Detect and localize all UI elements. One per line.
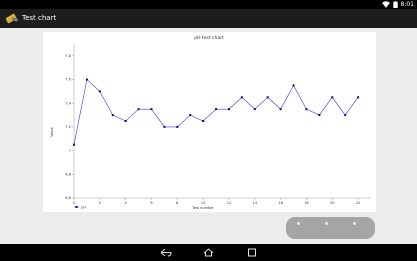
overlay-dot[interactable] bbox=[325, 222, 328, 225]
y-axis-label: Value bbox=[50, 127, 54, 137]
data-point bbox=[318, 114, 321, 117]
navigation-bar bbox=[0, 244, 417, 261]
status-bar: 8:01 bbox=[0, 0, 417, 9]
x-tick-label: 0 bbox=[73, 201, 75, 205]
data-point bbox=[305, 108, 308, 111]
data-point bbox=[357, 96, 360, 99]
chart: pH test chart Value Test number 0 2 4 6 8 10 1… bbox=[50, 35, 371, 210]
data-point bbox=[98, 90, 101, 93]
y-tick-label: 7.4 bbox=[65, 101, 71, 105]
battery-icon bbox=[392, 1, 398, 8]
x-tick-label: 18 bbox=[304, 201, 308, 205]
data-point bbox=[227, 108, 230, 111]
chart-container: pH test chart Value Test number 0 2 4 6 8 10 1… bbox=[43, 32, 376, 212]
data-point bbox=[73, 143, 75, 146]
y-tick-label: 6.6 bbox=[65, 196, 71, 200]
x-tick-label: 6 bbox=[150, 201, 152, 205]
data-point bbox=[111, 114, 114, 117]
data-point bbox=[124, 120, 127, 122]
overlay-dot[interactable] bbox=[297, 222, 300, 225]
y-tick-label: 7.6 bbox=[65, 78, 71, 82]
app-title: Test chart bbox=[22, 14, 57, 22]
data-point bbox=[266, 96, 269, 99]
y-tick-label: 6.8 bbox=[65, 173, 71, 177]
overlay-dot[interactable] bbox=[353, 222, 356, 225]
status-time: 8:01 bbox=[400, 1, 414, 8]
overlay-controls[interactable] bbox=[286, 217, 375, 239]
recents-icon[interactable] bbox=[247, 248, 257, 257]
data-point bbox=[202, 120, 205, 122]
x-axis-label: Test number bbox=[191, 206, 214, 210]
x-tick-label: 14 bbox=[253, 201, 258, 205]
data-point bbox=[331, 96, 334, 99]
x-tick-label: 10 bbox=[201, 201, 205, 205]
y-tick-label: 7.2 bbox=[65, 125, 71, 129]
data-point bbox=[189, 114, 192, 117]
data-point bbox=[292, 84, 295, 87]
x-tick-label: 8 bbox=[176, 201, 178, 205]
data-point bbox=[279, 108, 282, 111]
action-bar: Test chart bbox=[0, 9, 417, 28]
back-icon[interactable] bbox=[160, 248, 172, 257]
y-tick-label: 7.8 bbox=[65, 54, 71, 58]
series-line bbox=[73, 78, 359, 145]
app-icon[interactable] bbox=[6, 12, 18, 24]
data-point bbox=[253, 108, 256, 111]
data-point bbox=[163, 125, 166, 128]
data-point bbox=[137, 108, 140, 111]
x-tick-label: 20 bbox=[330, 201, 334, 205]
wifi-icon bbox=[381, 1, 390, 8]
legend-marker bbox=[75, 206, 78, 208]
data-point bbox=[85, 78, 88, 81]
data-point bbox=[344, 114, 347, 117]
data-point bbox=[150, 108, 153, 111]
main-content: pH test chart Value Test number 0 2 4 6 8 10 1… bbox=[0, 28, 417, 244]
y-tick-label: 7 bbox=[69, 149, 71, 153]
x-tick-label: 12 bbox=[227, 201, 231, 205]
x-tick-label: 4 bbox=[125, 201, 128, 205]
data-point bbox=[176, 125, 179, 128]
x-tick-label: 2 bbox=[99, 201, 101, 205]
data-point bbox=[240, 96, 243, 99]
x-tick-label: 16 bbox=[278, 201, 282, 205]
x-tick-label: 22 bbox=[356, 201, 360, 205]
data-point bbox=[215, 108, 218, 111]
legend-label: pH bbox=[81, 205, 86, 209]
home-icon[interactable] bbox=[203, 248, 214, 257]
chart-title: pH test chart bbox=[194, 35, 224, 41]
